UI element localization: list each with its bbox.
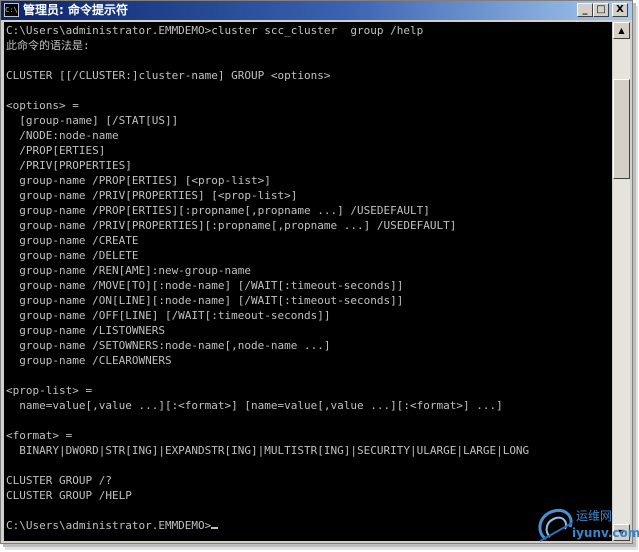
command-prompt-window: C:\ 管理员: 命令提示符 _ □ X C:\Users\administra… bbox=[0, 0, 633, 544]
console-line: group-name /OFF[LINE] [/WAIT[:timeout-se… bbox=[6, 309, 331, 322]
text-cursor bbox=[211, 527, 219, 529]
console-line: CLUSTER [[/CLUSTER:]cluster-name] GROUP … bbox=[6, 69, 331, 82]
console-line: [group-name] [/STAT[US]] bbox=[6, 114, 179, 127]
console-line: group-name /DELETE bbox=[6, 249, 139, 262]
console-line: group-name /MOVE[TO][:node-name] [/WAIT[… bbox=[6, 279, 404, 292]
maximize-button[interactable]: □ bbox=[593, 3, 609, 17]
console-line: group-name /SETOWNERS:node-name[,node-na… bbox=[6, 339, 331, 352]
title-bar[interactable]: C:\ 管理员: 命令提示符 _ □ X bbox=[1, 1, 632, 20]
scroll-thumb[interactable] bbox=[613, 79, 630, 179]
console-line: /NODE:node-name bbox=[6, 129, 119, 142]
minimize-button[interactable]: _ bbox=[577, 3, 593, 17]
prompt-line[interactable]: C:\Users\administrator.EMMDEMO> bbox=[6, 518, 219, 533]
console-line: group-name /CLEAROWNERS bbox=[6, 354, 172, 367]
console-line: CLUSTER GROUP /HELP bbox=[6, 489, 132, 502]
window-title: 管理员: 命令提示符 bbox=[23, 3, 128, 17]
console-line: group-name /LISTOWNERS bbox=[6, 324, 165, 337]
site-watermark: 运维网 iyunv.com bbox=[532, 503, 639, 545]
console-line: <prop-list> = bbox=[6, 384, 93, 397]
console-line: group-name /ON[LINE][:node-name] [/WAIT[… bbox=[6, 294, 404, 307]
watermark-text-en: iyunv.com bbox=[572, 526, 639, 540]
prompt-text: C:\Users\administrator.EMMDEMO> bbox=[6, 519, 212, 532]
console-line: <options> = bbox=[6, 99, 79, 112]
console-line: C:\Users\administrator.EMMDEMO>cluster s… bbox=[6, 24, 424, 37]
console-line: /PRIV[PROPERTIES] bbox=[6, 159, 132, 172]
console-line: group-name /PRIV[PROPERTIES][:propname[,… bbox=[6, 219, 457, 232]
vertical-scrollbar[interactable]: ▲ ▼ bbox=[613, 22, 630, 541]
console-line: 此命令的语法是: bbox=[6, 39, 90, 52]
console-line: <format> = bbox=[6, 429, 73, 442]
console-line: name=value[,value ...][:<format>] [name=… bbox=[6, 399, 503, 412]
scroll-up-button[interactable]: ▲ bbox=[613, 22, 630, 39]
console-line: BINARY|DWORD|STR[ING]|EXPANDSTR[ING]|MUL… bbox=[6, 444, 530, 457]
console-output[interactable]: C:\Users\administrator.EMMDEMO>cluster s… bbox=[4, 22, 612, 541]
console-line: group-name /PROP[ERTIES] [<prop-list>] bbox=[6, 174, 271, 187]
console-line: group-name /PRIV[PROPERTIES] [<prop-list… bbox=[6, 189, 298, 202]
console-line: /PROP[ERTIES] bbox=[6, 144, 106, 157]
console-line: group-name /REN[AME]:new-group-name bbox=[6, 264, 252, 277]
console-line: CLUSTER GROUP /? bbox=[6, 474, 112, 487]
console-line: group-name /CREATE bbox=[6, 234, 139, 247]
close-button[interactable]: X bbox=[612, 3, 628, 17]
console-icon[interactable]: C:\ bbox=[4, 3, 19, 17]
console-line: group-name /PROP[ERTIES][:propname[,prop… bbox=[6, 204, 430, 217]
watermark-text-cn: 运维网 bbox=[576, 509, 613, 523]
